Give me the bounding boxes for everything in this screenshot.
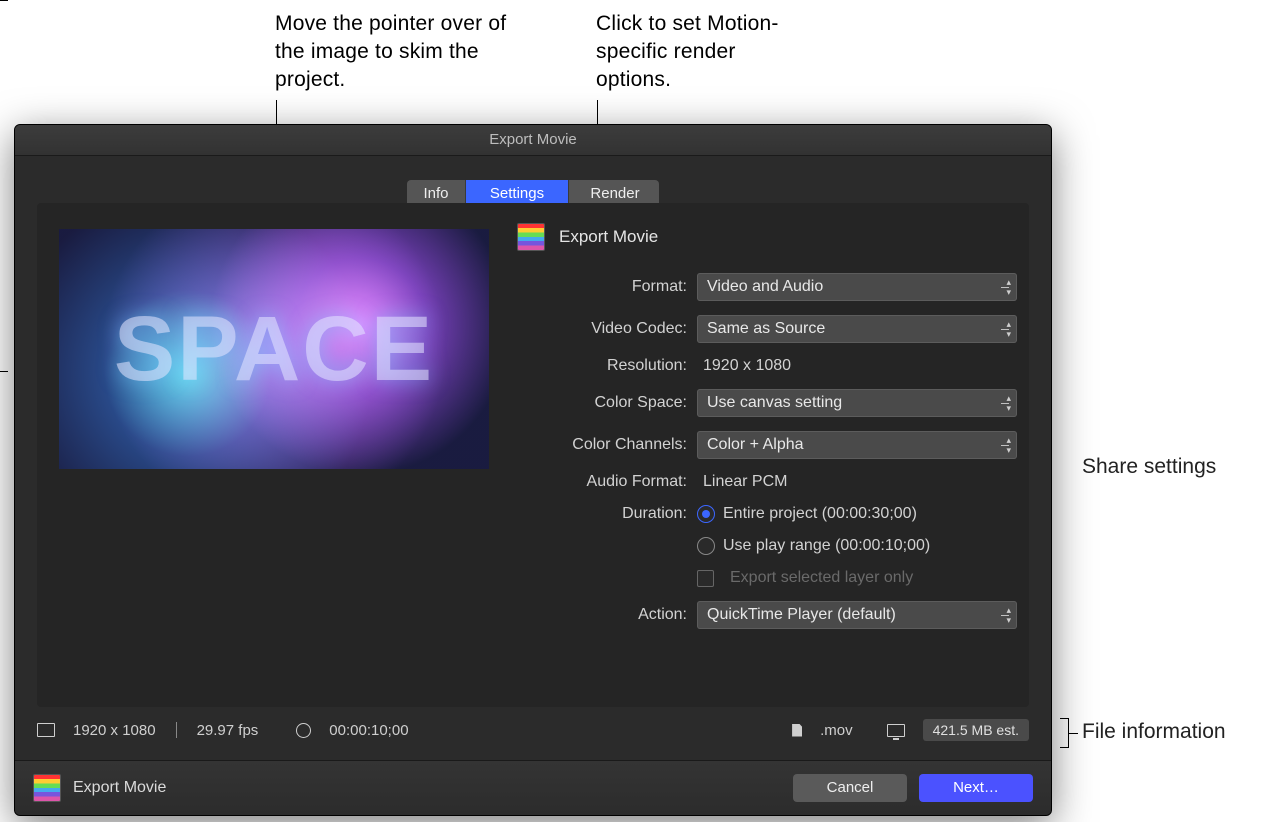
checkbox-export-selected-layer-label: Export selected layer only <box>730 569 913 587</box>
radio-icon <box>697 537 715 555</box>
preview-thumbnail[interactable]: SPACE <box>59 229 489 469</box>
label-resolution: Resolution: <box>517 357 687 375</box>
callout-brace <box>0 0 8 372</box>
dialog-footer: Export Movie Cancel Next… <box>15 760 1051 815</box>
checkbox-export-selected-layer: Export selected layer only <box>697 569 1017 587</box>
info-duration: 00:00:10;00 <box>329 722 408 739</box>
export-header-label: Export Movie <box>559 227 658 247</box>
callout-file-information: File information <box>1082 720 1226 744</box>
popup-color-channels[interactable]: Color + Alpha ▴▾ <box>697 431 1017 459</box>
label-color-channels: Color Channels: <box>517 436 687 454</box>
export-header: Export Movie <box>517 223 658 251</box>
radio-use-play-range-label: Use play range (00:00:10;00) <box>723 537 930 555</box>
label-action: Action: <box>517 606 687 624</box>
chevron-updown-icon: ▴▾ <box>1006 393 1011 413</box>
info-fps: 29.97 fps <box>197 722 259 739</box>
popup-color-channels-value: Color + Alpha <box>707 436 804 453</box>
file-icon <box>792 724 802 737</box>
chevron-updown-icon: ▴▾ <box>1006 605 1011 625</box>
file-info-bar: 1920 x 1080 29.97 fps 00:00:10;00 .mov 4… <box>37 715 1029 745</box>
display-icon <box>887 724 905 737</box>
label-video-codec: Video Codec: <box>517 320 687 338</box>
label-format: Format: <box>517 278 687 296</box>
callout-brace <box>1060 718 1069 748</box>
label-color-space: Color Space: <box>517 394 687 412</box>
separator <box>176 722 177 738</box>
popup-action[interactable]: QuickTime Player (default) ▴▾ <box>697 601 1017 629</box>
callout-skim: Move the pointer over of the image to sk… <box>275 10 535 94</box>
chevron-updown-icon: ▴▾ <box>1006 319 1011 339</box>
radio-icon <box>697 505 715 523</box>
info-filesize: 421.5 MB est. <box>923 719 1029 741</box>
export-movie-dialog: Export Movie Info Settings Render SPACE … <box>14 124 1052 816</box>
preview-text: SPACE <box>114 297 434 402</box>
popup-format[interactable]: Video and Audio ▴▾ <box>697 273 1017 301</box>
chevron-updown-icon: ▴▾ <box>1006 435 1011 455</box>
popup-video-codec-value: Same as Source <box>707 320 825 337</box>
window-title: Export Movie <box>15 125 1051 156</box>
frame-icon <box>37 723 55 737</box>
radio-entire-project-label: Entire project (00:00:30;00) <box>723 505 917 523</box>
info-dimensions: 1920 x 1080 <box>73 722 156 739</box>
popup-format-value: Video and Audio <box>707 278 823 295</box>
label-audio-format: Audio Format: <box>517 473 687 491</box>
radio-use-play-range[interactable]: Use play range (00:00:10;00) <box>697 537 1017 555</box>
motion-app-icon <box>33 774 61 802</box>
dialog-body: SPACE Export Movie Format: Video and Aud… <box>37 203 1029 707</box>
checkbox-icon <box>697 570 714 587</box>
next-button[interactable]: Next… <box>919 774 1033 802</box>
callout-share-settings: Share settings <box>1082 455 1216 479</box>
callout-render: Click to set Motion-specific render opti… <box>596 10 816 94</box>
footer-title: Export Movie <box>73 779 166 797</box>
value-resolution: 1920 x 1080 <box>697 357 1017 375</box>
cancel-button[interactable]: Cancel <box>793 774 907 802</box>
popup-color-space-value: Use canvas setting <box>707 394 842 411</box>
popup-video-codec[interactable]: Same as Source ▴▾ <box>697 315 1017 343</box>
chevron-updown-icon: ▴▾ <box>1006 277 1011 297</box>
settings-grid: Format: Video and Audio ▴▾ Video Codec: … <box>517 273 1007 629</box>
info-extension: .mov <box>820 722 853 739</box>
popup-action-value: QuickTime Player (default) <box>707 606 896 623</box>
clock-icon <box>296 723 311 738</box>
motion-app-icon <box>517 223 545 251</box>
popup-color-space[interactable]: Use canvas setting ▴▾ <box>697 389 1017 417</box>
radio-entire-project[interactable]: Entire project (00:00:30;00) <box>697 505 1017 523</box>
label-duration: Duration: <box>517 505 687 523</box>
value-audio-format: Linear PCM <box>697 473 1017 491</box>
